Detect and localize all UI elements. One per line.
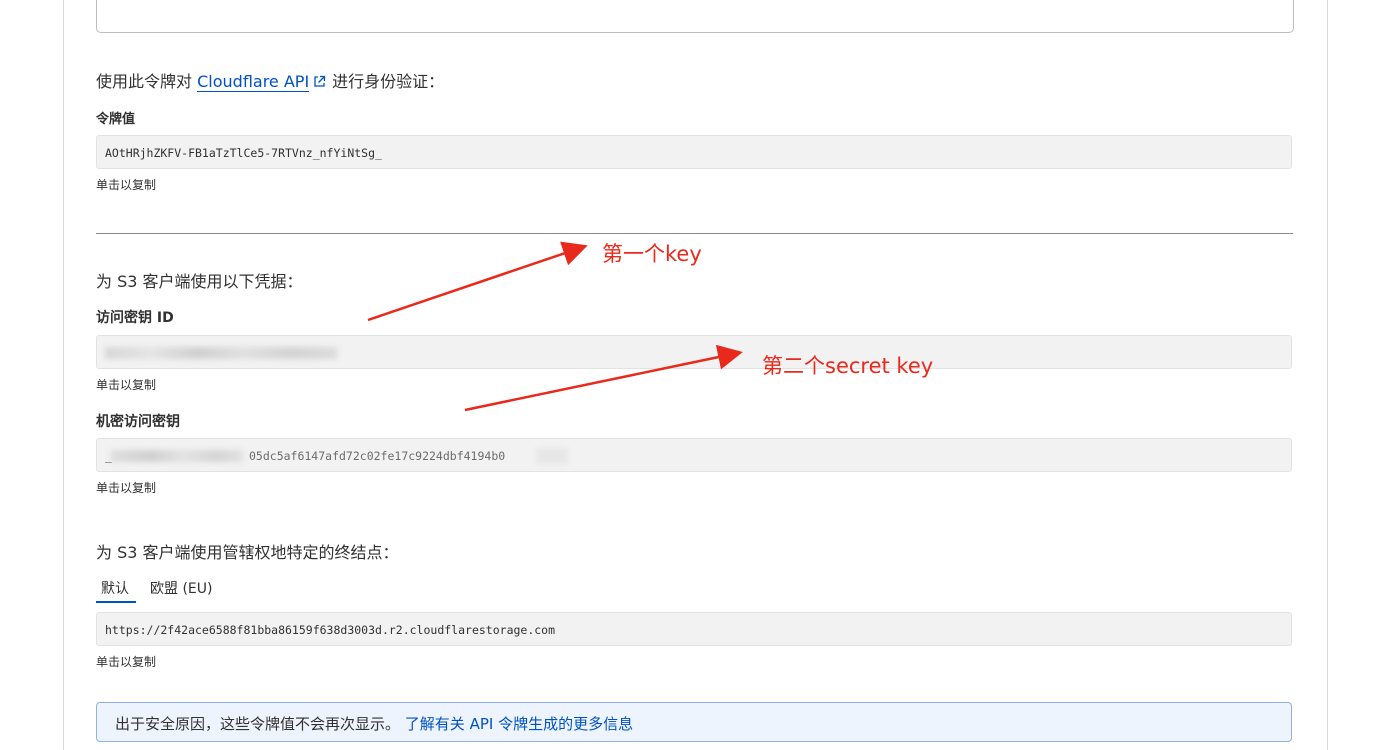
access-key-copy-hint[interactable]: 单击以复制	[96, 376, 156, 393]
token-name-field[interactable]	[96, 0, 1294, 33]
secret-key-copy-hint[interactable]: 单击以复制	[96, 479, 156, 496]
redacted-secret-key-start	[111, 450, 243, 462]
endpoint-copy-hint[interactable]: 单击以复制	[96, 653, 156, 670]
token-intro-suffix: 进行身份验证：	[332, 72, 445, 91]
endpoint-intro: 为 S3 客户端使用管辖权地特定的终结点：	[96, 543, 399, 562]
token-copy-hint[interactable]: 单击以复制	[96, 176, 156, 193]
secret-access-key-box[interactable]: _ 05dc5af6147afd72c02fe17c9224dbf4194b0	[96, 438, 1292, 472]
secret-access-key-label: 机密访问密钥	[96, 414, 180, 430]
token-intro-prefix: 使用此令牌对	[96, 72, 193, 91]
external-link-icon[interactable]	[313, 73, 326, 92]
tab-eu[interactable]: 欧盟 (EU)	[150, 578, 212, 598]
security-info-banner: 出于安全原因，这些令牌值不会再次显示。 了解有关 API 令牌生成的更多信息	[96, 702, 1292, 742]
redacted-secret-key-end	[537, 448, 567, 464]
section-divider	[96, 233, 1293, 234]
token-value-label: 令牌值	[96, 112, 136, 127]
active-tab-indicator	[96, 601, 136, 603]
endpoint-value-box[interactable]: https://2f42ace6588f81bba86159f638d3003d…	[96, 612, 1292, 646]
token-intro: 使用此令牌对 Cloudflare API 进行身份验证：	[96, 68, 444, 92]
info-banner-text: 出于安全原因，这些令牌值不会再次显示。 了解有关 API 令牌生成的更多信息	[115, 713, 633, 734]
info-banner-link[interactable]: 了解有关 API 令牌生成的更多信息	[405, 715, 633, 733]
access-key-id-box[interactable]	[96, 335, 1292, 369]
secret-key-visible-part: 05dc5af6147afd72c02fe17c9224dbf4194b0	[249, 449, 506, 463]
access-key-id-label: 访问密钥 ID	[96, 310, 174, 326]
cloudflare-api-link[interactable]: Cloudflare API	[197, 72, 310, 92]
token-value-box[interactable]: AOtHRjhZKFV-FB1aTzTlCe5-7RTVnz_nfYiNtSg_	[96, 135, 1292, 169]
s3-credentials-intro: 为 S3 客户端使用以下凭据：	[96, 272, 303, 291]
redacted-access-key	[105, 347, 337, 359]
info-banner-message: 出于安全原因，这些令牌值不会再次显示。	[115, 715, 401, 733]
annotation-second-key: 第二个secret key	[762, 354, 934, 378]
annotation-first-key: 第一个key	[602, 242, 702, 266]
tab-default[interactable]: 默认	[101, 578, 129, 598]
